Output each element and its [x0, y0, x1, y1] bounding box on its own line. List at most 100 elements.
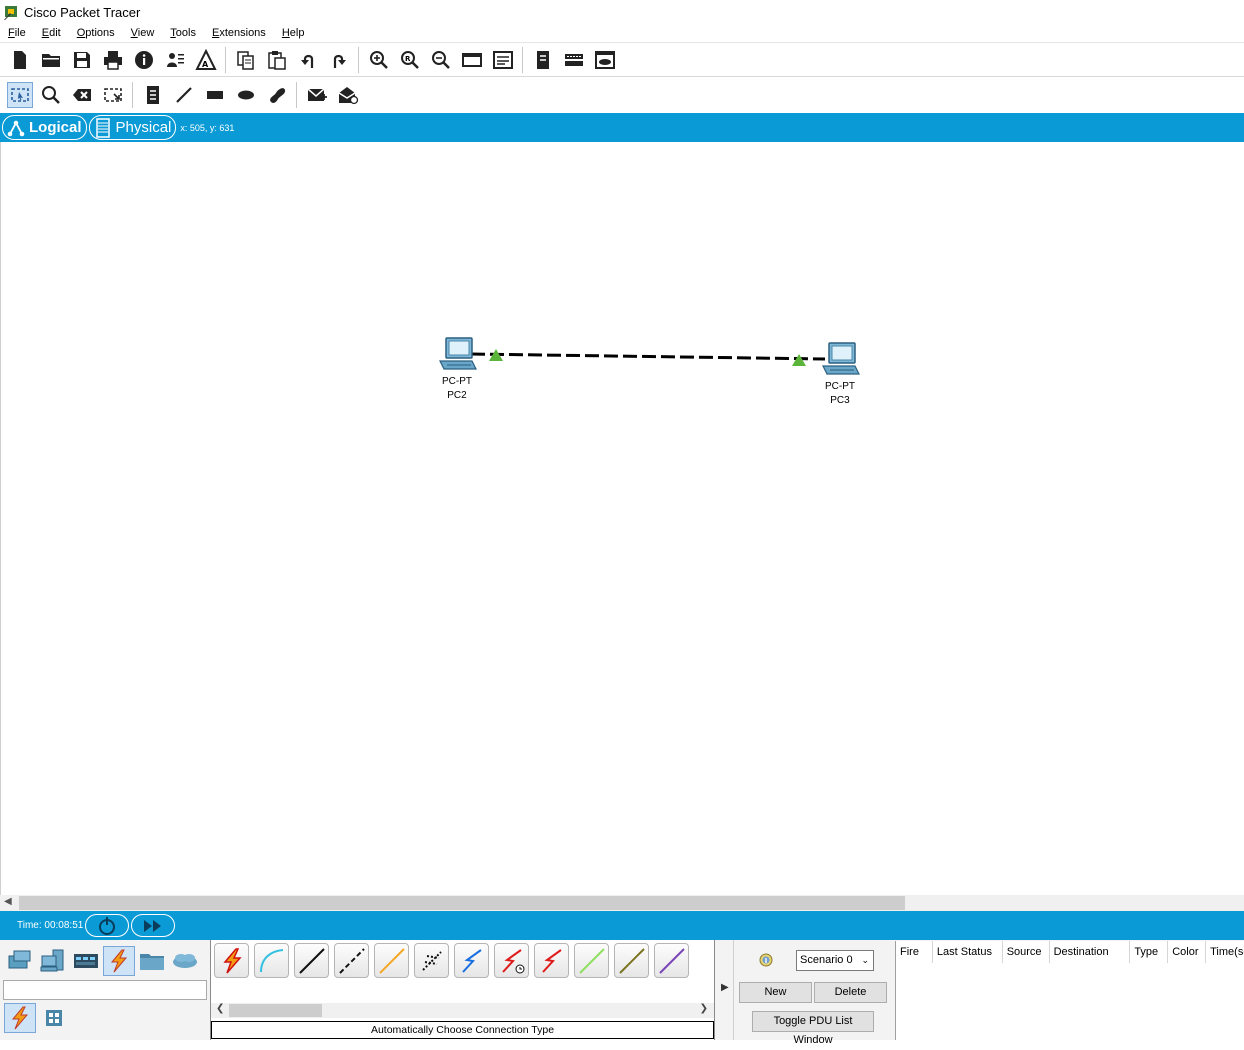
phone-cable[interactable] [414, 943, 449, 978]
menu-help[interactable]: Help [274, 27, 313, 39]
select-tool[interactable] [6, 82, 33, 108]
category-network-devices[interactable] [4, 946, 36, 976]
workspace-horizontal-scrollbar[interactable]: ◀ [0, 895, 1244, 911]
new-scenario-button[interactable]: New [739, 982, 812, 1003]
fast-forward-icon [144, 919, 162, 932]
menu-options[interactable]: Options [69, 27, 123, 39]
device-pc2[interactable]: PC-PT PC2 [431, 336, 483, 403]
pdu-list-button[interactable] [530, 47, 556, 73]
subcategory-grid[interactable] [38, 1003, 70, 1033]
activity-wizard-button[interactable]: A [193, 47, 219, 73]
device-pc3[interactable]: PC-PT PC3 [814, 341, 866, 408]
coaxial-cable[interactable] [454, 943, 489, 978]
menu-extensions[interactable]: Extensions [204, 27, 274, 39]
drawing-palette-button[interactable] [459, 47, 485, 73]
bottom-panel: ❮ ❯ Automatically Choose Connection Type… [0, 940, 1244, 1046]
cloud-window-button[interactable] [592, 47, 618, 73]
connection-list-scrollbar[interactable]: ❮ ❯ [211, 1003, 714, 1018]
fast-forward-time-button[interactable] [131, 914, 176, 937]
menu-tools[interactable]: Tools [162, 27, 204, 39]
device-model-label: PC-PT [825, 381, 855, 392]
auto-connection-type[interactable] [214, 943, 249, 978]
scrollbar-thumb[interactable] [229, 1004, 322, 1017]
usb-cable[interactable] [654, 943, 689, 978]
draw-rectangle-tool[interactable] [202, 82, 228, 108]
cloud-icon [173, 954, 197, 968]
octal-cable[interactable] [574, 943, 609, 978]
scroll-left-arrow-icon[interactable]: ❮ [216, 1003, 224, 1014]
save-button[interactable] [69, 47, 95, 73]
column-destination[interactable]: Destination [1050, 941, 1131, 963]
category-end-devices[interactable] [37, 946, 69, 976]
router-stack-icon [8, 950, 31, 969]
new-file-button[interactable] [7, 47, 33, 73]
category-connections[interactable] [103, 946, 135, 976]
copy-button[interactable] [233, 47, 259, 73]
draw-ellipse-tool[interactable] [233, 82, 259, 108]
column-source[interactable]: Source [1003, 941, 1050, 963]
power-cycle-devices-button[interactable] [85, 914, 130, 937]
subcategory-connections[interactable] [4, 1003, 36, 1033]
toggle-pdu-list-button[interactable]: Toggle PDU List Window [752, 1011, 874, 1046]
info-button[interactable] [131, 47, 157, 73]
scenario-dropdown[interactable]: Scenario 0 ⌄ [796, 950, 874, 971]
device-template-button[interactable] [561, 47, 587, 73]
fiber-cable[interactable] [374, 943, 409, 978]
pdu-table-header: Fire Last Status Source Destination Type… [896, 941, 1244, 963]
column-fire[interactable]: Fire [896, 941, 933, 963]
tab-logical-label: Logical [29, 119, 82, 136]
tab-logical[interactable]: Logical [2, 115, 87, 140]
menu-edit[interactable]: Edit [34, 27, 69, 39]
panel-collapse-toggle[interactable]: ▶ [718, 940, 734, 1040]
category-multiuser[interactable] [169, 946, 201, 976]
iot-custom-cable[interactable] [614, 943, 649, 978]
add-simple-pdu-tool[interactable] [304, 82, 330, 108]
pc-icon [438, 337, 477, 370]
scenario-info-icon[interactable] [759, 953, 773, 967]
draw-line-tool[interactable] [171, 82, 197, 108]
column-last-status[interactable]: Last Status [933, 941, 1003, 963]
scenario-selected-value: Scenario 0 [800, 954, 853, 966]
toolbar-separator [296, 82, 297, 108]
crossover-cable[interactable] [470, 352, 826, 361]
zoom-out-button[interactable] [428, 47, 454, 73]
serial-dce-cable[interactable] [494, 943, 529, 978]
place-note-tool[interactable] [140, 82, 166, 108]
open-button[interactable] [38, 47, 64, 73]
device-search-field[interactable] [3, 980, 207, 1000]
undo-button[interactable] [295, 47, 321, 73]
scroll-right-arrow-icon[interactable]: ❯ [700, 1003, 708, 1014]
toolbar-separator [132, 82, 133, 108]
serial-dte-cable[interactable] [534, 943, 569, 978]
inspect-tool[interactable] [38, 82, 64, 108]
tab-physical[interactable]: Physical [88, 115, 177, 140]
toolbar-separator [358, 47, 359, 73]
resize-tool[interactable] [100, 82, 126, 108]
delete-tool[interactable] [69, 82, 95, 108]
category-components[interactable] [70, 946, 102, 976]
delete-scenario-button[interactable]: Delete [814, 982, 887, 1003]
logical-workspace[interactable]: PC-PT PC2 PC-PT PC3 [0, 142, 1244, 895]
paste-button[interactable] [264, 47, 290, 73]
main-toolbar: A R [0, 44, 1244, 77]
zoom-in-button[interactable] [366, 47, 392, 73]
column-color[interactable]: Color [1168, 941, 1207, 963]
copper-crossover-cable[interactable] [334, 943, 369, 978]
lightning-bolt-icon [11, 1006, 29, 1030]
print-button[interactable] [100, 47, 126, 73]
scrollbar-thumb[interactable] [19, 896, 905, 910]
menu-file[interactable]: File [0, 27, 34, 39]
redo-button[interactable] [326, 47, 352, 73]
column-type[interactable]: Type [1130, 941, 1169, 963]
zoom-reset-button[interactable]: R [397, 47, 423, 73]
category-miscellaneous[interactable] [136, 946, 168, 976]
add-complex-pdu-tool[interactable] [335, 82, 361, 108]
console-cable[interactable] [254, 943, 289, 978]
freeform-tool[interactable] [264, 82, 290, 108]
menu-view[interactable]: View [123, 27, 163, 39]
scroll-left-arrow-icon[interactable]: ◀ [4, 896, 12, 907]
column-time[interactable]: Time(sec) [1206, 941, 1244, 963]
custom-device-dialog-button[interactable] [490, 47, 516, 73]
network-wizard-button[interactable] [162, 47, 188, 73]
copper-straight-through-cable[interactable] [294, 943, 329, 978]
